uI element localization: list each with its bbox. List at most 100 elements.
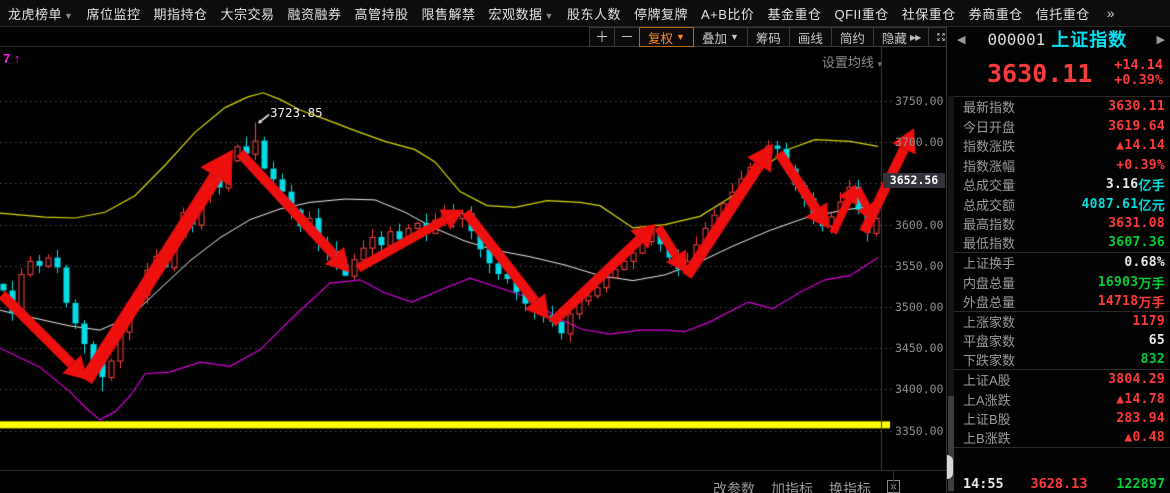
- high-price-annotation: 3723.85: [270, 105, 323, 120]
- stat-row: 上证换手 0.68%: [954, 253, 1170, 273]
- toolbar-button-label: 画线: [798, 28, 823, 47]
- tick-time: 14:55: [963, 476, 1015, 492]
- axis-tick-label: 3550.00: [895, 259, 953, 273]
- stat-label: 上证换手: [963, 253, 1015, 272]
- stat-value: 832: [1141, 352, 1165, 367]
- stat-row: 指数涨跌▲14.14: [954, 136, 1170, 156]
- tick-volume: 122897: [1103, 476, 1165, 492]
- ma-settings-label: 设置均线: [822, 55, 874, 70]
- last-price: 3630.11: [987, 59, 1092, 88]
- chevron-down-icon: ▼: [730, 32, 739, 42]
- candlestick-chart-panel: 3750.003700.003650.003600.003550.003500.…: [0, 47, 946, 470]
- next-stock-arrow[interactable]: ▶: [1157, 33, 1165, 46]
- chevron-down-icon: ▾: [877, 59, 882, 69]
- menu-more-button[interactable]: »: [1107, 5, 1115, 21]
- chart-toolbar: ＋－复权▼叠加▼筹码画线简约隐藏▶▶: [590, 27, 954, 47]
- stats-rows: 最新指数3630.11今日开盘3619.64指数涨跌▲14.14指数涨幅+0.3…: [954, 96, 1170, 448]
- stat-value: 1179: [1132, 314, 1165, 329]
- indicator-action[interactable]: 改参数: [713, 479, 755, 493]
- menu-item[interactable]: 龙虎榜单▼: [8, 4, 73, 23]
- menu-item[interactable]: 大宗交易: [220, 4, 274, 23]
- menu-item[interactable]: A+B比价: [701, 4, 754, 23]
- price-summary: 3630.11 +14.14 +0.39%: [947, 53, 1170, 93]
- stat-unit: 亿手: [1138, 175, 1165, 194]
- toolbar-button[interactable]: 简约: [831, 27, 874, 47]
- menu-item[interactable]: QFII重仓: [834, 4, 888, 23]
- axis-tick-label: 3750.00: [895, 94, 953, 108]
- prev-stock-arrow[interactable]: ◀: [957, 33, 965, 46]
- stat-row: 最低指数3607.36: [954, 234, 1170, 254]
- stat-label: 上涨家数: [963, 312, 1015, 331]
- toolbar-button[interactable]: 画线: [789, 27, 832, 47]
- stat-row: 最新指数3630.11: [954, 97, 1170, 117]
- stat-row: 指数涨幅+0.39%: [954, 156, 1170, 176]
- panel-collapse-handle[interactable]: [947, 455, 953, 479]
- buy-signal-marker: 7 ↑: [3, 51, 20, 66]
- stat-value: ▲0.48: [1124, 430, 1165, 445]
- indicator-action[interactable]: 换指标: [829, 479, 871, 493]
- stat-row: 今日开盘3619.64: [954, 117, 1170, 137]
- stat-label: 总成交量: [963, 175, 1015, 194]
- indicator-action[interactable]: 加指标: [771, 479, 813, 493]
- toolbar-button[interactable]: 叠加▼: [693, 27, 748, 47]
- menu-item[interactable]: 信托重仓: [1036, 4, 1090, 23]
- menu-item[interactable]: 基金重仓: [767, 4, 821, 23]
- stat-value: 16903: [1098, 275, 1139, 290]
- menu-item[interactable]: 股东人数: [567, 4, 621, 23]
- stat-value: ▲14.78: [1116, 392, 1165, 407]
- tick-row: 14:553628.13122897: [954, 474, 1170, 493]
- top-menu-bar: 龙虎榜单▼ 席位监控期指持仓大宗交易融资融券高管持股限售解禁宏观数据▼ 股东人数停牌…: [0, 0, 1170, 27]
- stat-value: 3619.64: [1108, 119, 1165, 134]
- menu-item[interactable]: 停牌复牌: [634, 4, 688, 23]
- stat-label: 上A涨跌: [963, 390, 1011, 409]
- menu-item[interactable]: 期指持仓: [153, 4, 207, 23]
- chevron-down-icon: ▼: [545, 11, 554, 21]
- stat-row: 总成交额4087.61亿元: [954, 195, 1170, 215]
- stat-value: 4087.61: [1082, 197, 1139, 212]
- stat-label: 平盘家数: [963, 331, 1015, 350]
- stat-value: 3630.11: [1108, 99, 1165, 114]
- price-change-pct: +0.39%: [1114, 73, 1163, 88]
- axis-tick-label: 3350.00: [895, 424, 953, 438]
- toolbar-button[interactable]: －: [614, 27, 640, 47]
- stock-name: 上证指数: [1051, 26, 1127, 52]
- stat-label: 最高指数: [963, 214, 1015, 233]
- menu-item[interactable]: 社保重仓: [902, 4, 956, 23]
- toolbar-button[interactable]: 筹码: [747, 27, 790, 47]
- stat-row: 平盘家数65: [954, 331, 1170, 351]
- stat-value: 3.16: [1106, 177, 1139, 192]
- menu-item[interactable]: 席位监控: [86, 4, 140, 23]
- stat-value: 283.94: [1116, 411, 1165, 426]
- toolbar-button-label: 叠加: [702, 28, 727, 47]
- toolbar-button-label: 简约: [840, 28, 865, 47]
- toolbar-button[interactable]: 复权▼: [639, 27, 694, 47]
- candlestick-chart-canvas[interactable]: [0, 47, 946, 470]
- stat-label: 外盘总量: [963, 292, 1015, 311]
- toolbar-button-label: 隐藏: [882, 28, 907, 47]
- toolbar-button[interactable]: 隐藏▶▶: [873, 27, 929, 47]
- toolbar-button[interactable]: ＋: [589, 27, 615, 47]
- toolbar-button-label: 复权: [648, 28, 673, 47]
- quote-panel: ◀ 000001 上证指数 ▶ 3630.11 +14.14 +0.39% 最新…: [946, 27, 1170, 493]
- menu-item[interactable]: 高管持股: [355, 4, 409, 23]
- ma-settings-button[interactable]: 设置均线 ▾: [822, 52, 882, 71]
- quote-header: ◀ 000001 上证指数 ▶: [947, 27, 1170, 51]
- stat-row: 上证A股3804.29: [954, 370, 1170, 390]
- tick-price: 3628.13: [1015, 476, 1103, 492]
- menu-item[interactable]: 券商重仓: [969, 4, 1023, 23]
- menu-item[interactable]: 融资融券: [287, 4, 341, 23]
- price-change: +14.14: [1114, 58, 1163, 73]
- stat-label: 上B涨跌: [963, 428, 1011, 447]
- stat-value: ▲14.14: [1116, 138, 1165, 153]
- double-arrow-icon: ▶▶: [910, 33, 920, 42]
- expand-arrows-icon: [937, 31, 945, 43]
- axis-tick-label: 3450.00: [895, 341, 953, 355]
- menu-item[interactable]: 限售解禁: [422, 4, 476, 23]
- stat-value: 0.68%: [1124, 255, 1165, 270]
- menu-item[interactable]: 宏观数据▼: [489, 4, 554, 23]
- axis-tick-label: 3600.00: [895, 218, 953, 232]
- stat-row: 下跌家数832: [954, 351, 1170, 371]
- stat-label: 上证A股: [963, 370, 1011, 389]
- current-price-tag: 3652.56: [883, 173, 945, 188]
- axis-tick-label: 3500.00: [895, 300, 953, 314]
